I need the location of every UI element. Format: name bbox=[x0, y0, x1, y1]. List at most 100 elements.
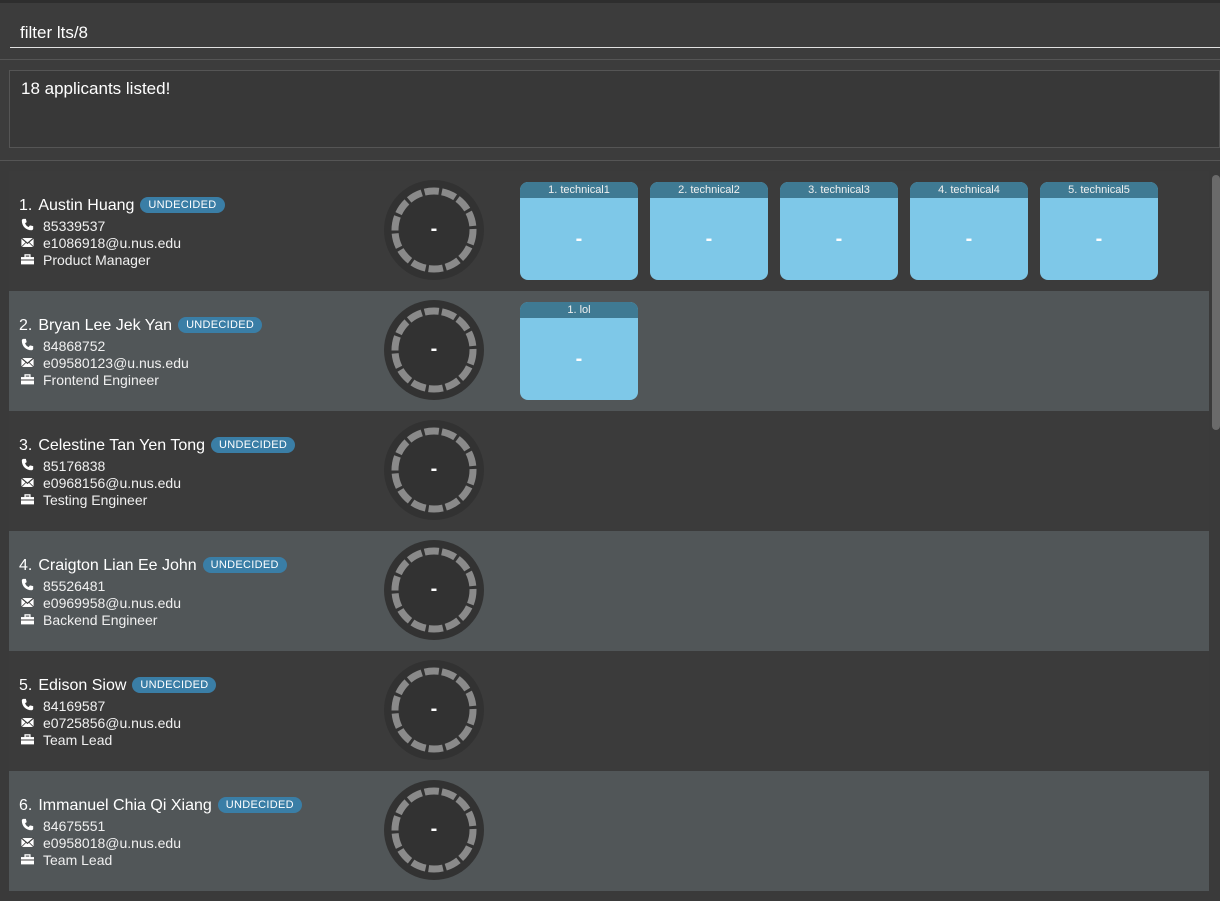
job-role: Team Lead bbox=[43, 732, 113, 748]
list-scrollbar[interactable] bbox=[1212, 175, 1220, 430]
score-dial: - bbox=[384, 180, 484, 280]
email-address: e0725856@u.nus.edu bbox=[43, 715, 181, 731]
envelope-icon bbox=[19, 837, 35, 851]
score-value: - bbox=[431, 698, 438, 720]
assessment-score: - bbox=[575, 228, 583, 250]
score-dial: - bbox=[384, 540, 484, 640]
command-input[interactable] bbox=[10, 18, 1220, 48]
job-role: Frontend Engineer bbox=[43, 372, 159, 388]
score-value: - bbox=[431, 218, 438, 240]
applicant-name: Edison Siow bbox=[38, 677, 127, 694]
score-dial: - bbox=[384, 780, 484, 880]
phone-icon bbox=[19, 818, 35, 834]
assessment-score: - bbox=[835, 228, 843, 250]
assessment-title: 1. lol bbox=[520, 302, 638, 318]
email-address: e09580123@u.nus.edu bbox=[43, 355, 189, 371]
assessment-title: 5. technical5 bbox=[1040, 182, 1158, 198]
applicant-card[interactable]: 1. Austin Huang UNDECIDED 85339537 e108691… bbox=[9, 171, 1209, 291]
result-panel: 18 applicants listed! bbox=[0, 60, 1220, 161]
job-role: Team Lead bbox=[43, 852, 113, 868]
briefcase-icon bbox=[19, 734, 35, 748]
phone-row: 85339537 bbox=[19, 218, 105, 234]
applicant-name: Bryan Lee Jek Yan bbox=[38, 317, 173, 334]
assessment-card: 3. technical3 - bbox=[780, 182, 898, 280]
phone-row: 84868752 bbox=[19, 338, 105, 354]
score-value: - bbox=[431, 338, 438, 360]
assessment-card: 2. technical2 - bbox=[650, 182, 768, 280]
phone-number: 85339537 bbox=[43, 218, 106, 234]
status-badge: UNDECIDED bbox=[217, 797, 302, 813]
score-dial: - bbox=[384, 420, 484, 520]
phone-number: 85176838 bbox=[43, 458, 106, 474]
applicant-index: 4. bbox=[19, 557, 33, 574]
score-dial: - bbox=[384, 300, 484, 400]
email-row: e0968156@u.nus.edu bbox=[19, 475, 181, 491]
phone-icon bbox=[19, 458, 35, 474]
job-role: Product Manager bbox=[43, 252, 151, 268]
assessment-title: 4. technical4 bbox=[910, 182, 1028, 198]
applicant-card[interactable]: 2. Bryan Lee Jek Yan UNDECIDED 84868752 e0… bbox=[9, 291, 1209, 411]
applicant-name-line: 3. Celestine Tan Yen Tong UNDECIDED bbox=[19, 437, 296, 455]
envelope-icon bbox=[19, 477, 35, 491]
assessment-card: 4. technical4 - bbox=[910, 182, 1028, 280]
applicant-list[interactable]: 1. Austin Huang UNDECIDED 85339537 e108691… bbox=[0, 161, 1220, 901]
command-box bbox=[0, 3, 1220, 60]
applicant-name: Immanuel Chia Qi Xiang bbox=[38, 797, 212, 814]
briefcase-icon bbox=[19, 374, 35, 388]
email-row: e0969958@u.nus.edu bbox=[19, 595, 181, 611]
score-value: - bbox=[431, 818, 438, 840]
email-address: e0958018@u.nus.edu bbox=[43, 835, 181, 851]
job-role: Backend Engineer bbox=[43, 612, 158, 628]
phone-icon bbox=[19, 698, 35, 714]
phone-icon bbox=[19, 338, 35, 354]
email-row: e1086918@u.nus.edu bbox=[19, 235, 181, 251]
phone-number: 85526481 bbox=[43, 578, 106, 594]
job-role: Testing Engineer bbox=[43, 492, 148, 508]
assessment-card: 1. technical1 - bbox=[520, 182, 638, 280]
role-row: Backend Engineer bbox=[19, 612, 157, 628]
assessment-title: 1. technical1 bbox=[520, 182, 638, 198]
status-badge: UNDECIDED bbox=[178, 317, 263, 333]
applicant-name-line: 6. Immanuel Chia Qi Xiang UNDECIDED bbox=[19, 797, 302, 815]
applicant-name: Austin Huang bbox=[38, 197, 135, 214]
email-address: e0969958@u.nus.edu bbox=[43, 595, 181, 611]
applicant-index: 6. bbox=[19, 797, 33, 814]
email-row: e09580123@u.nus.edu bbox=[19, 355, 189, 371]
status-badge: UNDECIDED bbox=[202, 557, 287, 573]
applicant-card[interactable]: 3. Celestine Tan Yen Tong UNDECIDED 851768… bbox=[9, 411, 1209, 531]
applicant-card[interactable]: 6. Immanuel Chia Qi Xiang UNDECIDED 846755… bbox=[9, 771, 1209, 891]
phone-row: 84169587 bbox=[19, 698, 105, 714]
briefcase-icon bbox=[19, 854, 35, 868]
applicant-name-line: 2. Bryan Lee Jek Yan UNDECIDED bbox=[19, 317, 263, 335]
applicant-index: 2. bbox=[19, 317, 33, 334]
phone-number: 84868752 bbox=[43, 338, 106, 354]
phone-number: 84169587 bbox=[43, 698, 106, 714]
applicant-index: 1. bbox=[19, 197, 33, 214]
briefcase-icon bbox=[19, 494, 35, 508]
role-row: Frontend Engineer bbox=[19, 372, 159, 388]
assessment-score: - bbox=[1095, 228, 1103, 250]
envelope-icon bbox=[19, 597, 35, 611]
role-row: Team Lead bbox=[19, 852, 112, 868]
email-row: e0725856@u.nus.edu bbox=[19, 715, 181, 731]
briefcase-icon bbox=[19, 254, 35, 268]
applicant-name: Craigton Lian Ee John bbox=[38, 557, 197, 574]
assessment-card: 1. lol - bbox=[520, 302, 638, 400]
applicant-card[interactable]: 5. Edison Siow UNDECIDED 84169587 e0725856… bbox=[9, 651, 1209, 771]
role-row: Team Lead bbox=[19, 732, 112, 748]
score-value: - bbox=[431, 458, 438, 480]
status-badge: UNDECIDED bbox=[211, 437, 296, 453]
score-value: - bbox=[431, 578, 438, 600]
assessment-title: 2. technical2 bbox=[650, 182, 768, 198]
applicant-name: Celestine Tan Yen Tong bbox=[38, 437, 206, 454]
assessment-score: - bbox=[575, 348, 583, 370]
result-display: 18 applicants listed! bbox=[9, 70, 1220, 148]
phone-number: 84675551 bbox=[43, 818, 106, 834]
assessment-score: - bbox=[965, 228, 973, 250]
email-address: e0968156@u.nus.edu bbox=[43, 475, 181, 491]
applicant-card[interactable]: 4. Craigton Lian Ee John UNDECIDED 8552648… bbox=[9, 531, 1209, 651]
status-badge: UNDECIDED bbox=[140, 197, 225, 213]
email-row: e0958018@u.nus.edu bbox=[19, 835, 181, 851]
phone-row: 85176838 bbox=[19, 458, 105, 474]
phone-icon bbox=[19, 578, 35, 594]
